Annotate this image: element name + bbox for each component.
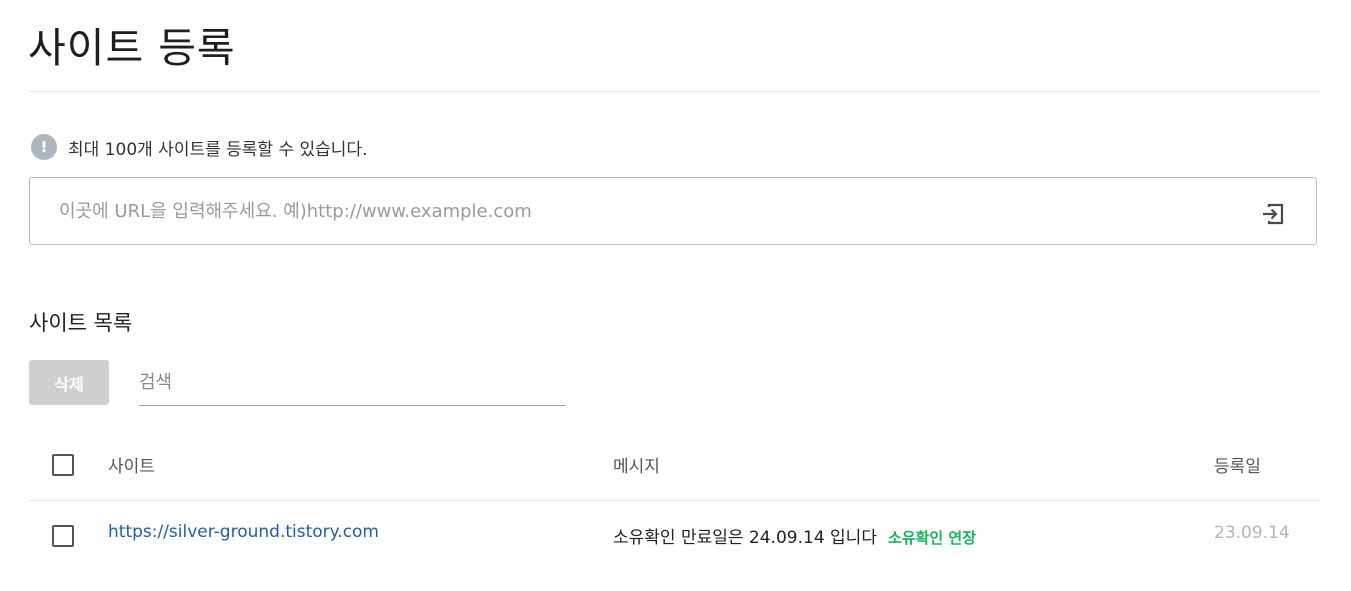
notice-text: 최대 100개 사이트를 등록할 수 있습니다. xyxy=(68,139,368,160)
site-list-title: 사이트 목록 xyxy=(29,311,133,335)
search-input[interactable] xyxy=(139,360,566,406)
site-link[interactable]: https://silver-ground.tistory.com xyxy=(108,522,379,542)
exclamation-circle-icon: ! xyxy=(31,134,57,160)
notice: ! 최대 100개 사이트를 등록할 수 있습니다. xyxy=(31,134,367,160)
row-message: 소유확인 만료일은 24.09.14 입니다 소유확인 연장 xyxy=(613,523,976,548)
url-input-box xyxy=(29,177,1317,245)
url-input[interactable] xyxy=(59,178,1249,244)
column-header-message: 메시지 xyxy=(613,457,660,477)
delete-button[interactable]: 삭제 xyxy=(29,360,109,405)
select-all-checkbox[interactable] xyxy=(52,454,74,476)
column-header-site: 사이트 xyxy=(108,457,155,477)
enter-arrow-icon[interactable] xyxy=(1260,201,1286,227)
expiry-message: 소유확인 만료일은 24.09.14 입니다 xyxy=(613,528,877,548)
table-header-divider xyxy=(29,500,1320,501)
title-divider xyxy=(29,91,1320,92)
page-title: 사이트 등록 xyxy=(28,24,236,72)
extend-ownership-link[interactable]: 소유확인 연장 xyxy=(888,527,976,548)
registration-date: 23.09.14 xyxy=(1214,523,1290,543)
column-header-date: 등록일 xyxy=(1214,457,1261,477)
row-checkbox[interactable] xyxy=(52,525,74,547)
